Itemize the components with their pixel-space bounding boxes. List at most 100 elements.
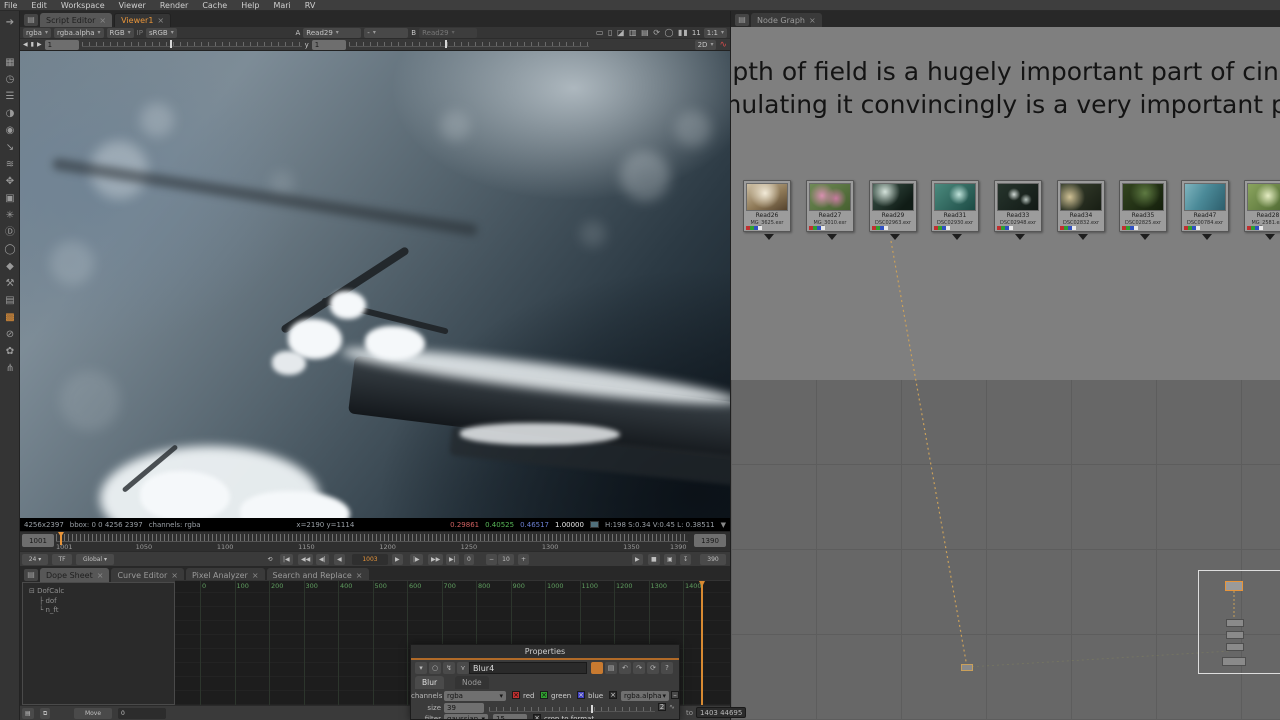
views-icon[interactable]: ◯ — [0, 242, 20, 257]
output-arrow-icon[interactable] — [1202, 234, 1212, 240]
lut-dropdown[interactable]: sRGB▾ — [146, 28, 177, 38]
step-back-button[interactable]: ◀| — [316, 554, 329, 565]
alpha-dropdown[interactable]: rgba.alpha▾ — [54, 28, 104, 38]
output-arrow-icon[interactable] — [1015, 234, 1025, 240]
redo-icon[interactable]: ↷ — [633, 662, 645, 674]
graph-node[interactable] — [1226, 631, 1244, 639]
menu-cache[interactable]: Cache — [202, 1, 227, 10]
gain-field[interactable]: 1 — [45, 40, 79, 50]
read-node[interactable]: Read26MG_3625.exr — [743, 180, 791, 232]
menu-viewer[interactable]: Viewer — [119, 1, 146, 10]
play-forward-button[interactable]: ▶ — [392, 554, 403, 565]
output-arrow-icon[interactable] — [1265, 234, 1275, 240]
playback-mode-icon[interactable]: ▶ — [632, 554, 643, 565]
size-slider[interactable] — [489, 707, 655, 712]
input-b-dropdown[interactable]: Read29▾ — [419, 28, 477, 38]
output-arrow-icon[interactable] — [1140, 234, 1150, 240]
tree-root[interactable]: ⊟ DofCalc — [23, 583, 174, 595]
range-mode-dropdown[interactable]: Global ▾ — [76, 554, 114, 565]
close-icon[interactable]: × — [99, 16, 106, 25]
close-icon[interactable]: × — [171, 571, 178, 580]
filter-icon[interactable]: ◉ — [0, 123, 20, 138]
pane-menu-icon[interactable]: ▤ — [24, 569, 38, 581]
panel-toggle-icon[interactable]: ➔ — [0, 15, 20, 30]
merge-icon[interactable]: ↘ — [0, 140, 20, 155]
clipboard-icon[interactable]: ▤ — [22, 708, 34, 719]
image-icon[interactable]: ▦ — [0, 55, 20, 70]
tab-curve-editor[interactable]: Curve Editor × — [111, 568, 184, 582]
read-node[interactable]: Read35DSC02825.exr — [1119, 180, 1167, 232]
color-icon[interactable]: ◑ — [0, 106, 20, 121]
range-start-field[interactable]: 1001 — [22, 534, 54, 547]
downrez-value[interactable]: 11 — [692, 29, 701, 37]
keyer-icon[interactable]: ⚒ — [0, 276, 20, 291]
viewer-image[interactable] — [20, 51, 730, 518]
node-wishbone-icon[interactable]: ⋎ — [457, 662, 469, 674]
crop-checkbox[interactable]: × — [533, 714, 541, 720]
display-dropdown[interactable]: RGB▾ — [107, 28, 134, 38]
current-frame-field[interactable]: 1003 — [352, 554, 388, 565]
output-arrow-icon[interactable] — [764, 234, 774, 240]
node-name-field[interactable]: Blur4 — [469, 662, 587, 674]
timeline-ruler[interactable]: 1001 10011050110011501200125013001350139… — [20, 531, 730, 551]
lock-range-icon[interactable]: ▣ — [664, 554, 676, 565]
selection-box[interactable] — [1198, 570, 1280, 674]
fps-display[interactable]: 390 — [700, 554, 726, 565]
step-forward-button[interactable]: |▶ — [410, 554, 423, 565]
increment-button[interactable]: + — [518, 554, 529, 565]
decrement-button[interactable]: − — [486, 554, 497, 565]
output-arrow-icon[interactable] — [1078, 234, 1088, 240]
read-node[interactable]: Read34DSC02832.exr — [1057, 180, 1105, 232]
tree-item[interactable]: └ n_ft — [23, 605, 174, 614]
view-2d-dropdown[interactable]: 2D▾ — [695, 40, 717, 50]
output-arrow-icon[interactable] — [827, 234, 837, 240]
gamma-field[interactable]: 1 — [312, 40, 346, 50]
size-field[interactable]: 39 — [444, 703, 484, 713]
frame-increment-field[interactable]: 10 — [498, 554, 514, 565]
close-icon[interactable]: × — [97, 571, 104, 580]
remove-channel-button[interactable]: – — [671, 691, 679, 699]
play-backward-button[interactable]: ◀ — [334, 554, 345, 565]
timeline-ticks[interactable] — [56, 534, 688, 542]
close-icon[interactable]: × — [356, 571, 363, 580]
tab-script-editor[interactable]: Script Editor × — [40, 13, 112, 27]
next-icon[interactable]: ▶ — [37, 41, 42, 48]
goto-end-button[interactable]: ▶| — [446, 554, 459, 565]
goto-start-button[interactable]: |◀ — [280, 554, 293, 565]
help-icon[interactable]: ? — [661, 662, 673, 674]
proxy-ratio-dropdown[interactable]: 1:1▾ — [704, 28, 727, 38]
input-a-dropdown[interactable]: Read29▾ — [303, 28, 361, 38]
tf-dropdown[interactable]: TF — [52, 554, 72, 565]
tab-node[interactable]: Node — [455, 676, 489, 689]
dope-sheet-tree[interactable]: ⊟ DofCalc ├ dof └ n_ft — [22, 582, 175, 705]
revert-icon[interactable]: ⟳ — [647, 662, 659, 674]
node-circle-icon[interactable]: ○ — [429, 662, 441, 674]
plugins-icon[interactable]: ▩ — [0, 310, 20, 325]
channels-dropdown[interactable]: rgba▾ — [23, 28, 51, 38]
zero-button[interactable]: 0 — [464, 554, 474, 565]
move-value-field[interactable]: 0 — [118, 708, 166, 719]
read-node[interactable]: Read28MG_2581.exr — [1244, 180, 1280, 232]
prev-icon[interactable]: ◀ — [23, 41, 28, 48]
deep-icon[interactable]: Ⓓ — [0, 225, 20, 240]
pane-menu-icon[interactable]: ▤ — [24, 14, 38, 26]
input-process-toggle[interactable]: IP — [137, 29, 143, 37]
menu-help[interactable]: Help — [241, 1, 259, 10]
tree-item[interactable]: ├ dof — [23, 595, 174, 605]
viewer-display-icons[interactable]: ▭ ▯ ◪ ▥ ▤ ⟳ ◯ ▮▮ — [596, 28, 689, 37]
toolsets-icon[interactable]: ▤ — [0, 293, 20, 308]
3d-icon[interactable]: ▣ — [0, 191, 20, 206]
output-arrow-icon[interactable] — [890, 234, 900, 240]
output-arrow-icon[interactable] — [952, 234, 962, 240]
animation-curve-icon[interactable]: ∿ — [669, 703, 675, 711]
time-icon[interactable]: ◷ — [0, 72, 20, 87]
alpha-checkbox[interactable]: × — [609, 691, 617, 699]
graph-node[interactable] — [1226, 643, 1244, 651]
read-node[interactable]: Read31DSC02930.exr — [931, 180, 979, 232]
ab-mix-dropdown[interactable]: -▾ — [364, 28, 408, 38]
graph-node[interactable] — [1222, 657, 1246, 666]
tab-dope-sheet[interactable]: Dope Sheet × — [40, 568, 109, 582]
alpha-channel-dropdown[interactable]: rgba.alpha▾ — [621, 691, 669, 701]
node-link-icon[interactable]: ↯ — [443, 662, 455, 674]
transform-icon[interactable]: ✥ — [0, 174, 20, 189]
